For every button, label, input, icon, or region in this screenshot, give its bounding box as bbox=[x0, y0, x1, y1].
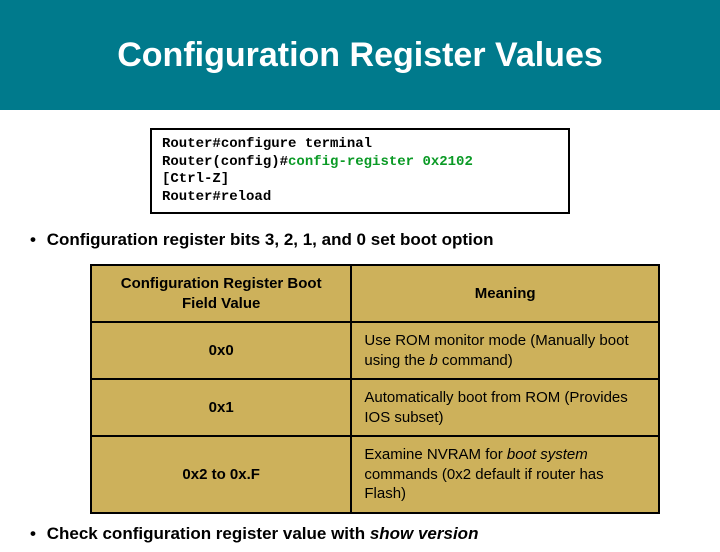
slide-title: Configuration Register Values bbox=[117, 36, 603, 75]
header-cell-value: Configuration Register Boot Field Value bbox=[92, 266, 352, 321]
table-row: 0x1 Automatically boot from ROM (Provide… bbox=[92, 380, 658, 437]
boot-field-table: Configuration Register Boot Field Value … bbox=[90, 264, 660, 514]
prompt: Router# bbox=[162, 189, 221, 205]
meaning-text: command) bbox=[438, 352, 513, 369]
bullet-dot: • bbox=[30, 230, 42, 250]
value-cell: 0x0 bbox=[92, 323, 352, 378]
terminal-line-2: Router(config)#config-register 0x2102 bbox=[162, 154, 558, 172]
prompt: Router# bbox=[162, 136, 221, 152]
command-text: config-register 0x2102 bbox=[288, 154, 473, 170]
meaning-em: boot system bbox=[507, 446, 588, 463]
meaning-text: Examine NVRAM for bbox=[364, 446, 507, 463]
table-row: 0x0 Use ROM monitor mode (Manually boot … bbox=[92, 323, 658, 380]
bullet-2: • Check configuration register value wit… bbox=[0, 522, 720, 552]
bullet-1: • Configuration register bits 3, 2, 1, a… bbox=[0, 228, 720, 258]
meaning-em: b bbox=[429, 352, 437, 369]
header-cell-meaning: Meaning bbox=[352, 266, 658, 321]
terminal-line-3: [Ctrl-Z] bbox=[162, 171, 558, 189]
command-text: reload bbox=[221, 189, 271, 205]
value-cell: 0x2 to 0x.F bbox=[92, 437, 352, 512]
table-header-row: Configuration Register Boot Field Value … bbox=[92, 266, 658, 323]
table-row: 0x2 to 0x.F Examine NVRAM for boot syste… bbox=[92, 437, 658, 512]
meaning-cell: Use ROM monitor mode (Manually boot usin… bbox=[352, 323, 658, 378]
value-cell: 0x1 bbox=[92, 380, 352, 435]
meaning-cell: Automatically boot from ROM (Provides IO… bbox=[352, 380, 658, 435]
terminal-output: Router#configure terminal Router(config)… bbox=[150, 128, 570, 214]
terminal-line-4: Router#reload bbox=[162, 189, 558, 207]
meaning-text: commands (0x2 default if router has Flas… bbox=[364, 466, 603, 503]
meaning-text: Automatically boot from ROM (Provides IO… bbox=[364, 389, 627, 426]
bullet-text: Configuration register bits 3, 2, 1, and… bbox=[47, 230, 494, 249]
slide-header: Configuration Register Values bbox=[0, 0, 720, 110]
command-text: configure terminal bbox=[221, 136, 372, 152]
terminal-line-1: Router#configure terminal bbox=[162, 136, 558, 154]
prompt: Router(config)# bbox=[162, 154, 288, 170]
bullet-dot: • bbox=[30, 524, 42, 544]
meaning-cell: Examine NVRAM for boot system commands (… bbox=[352, 437, 658, 512]
